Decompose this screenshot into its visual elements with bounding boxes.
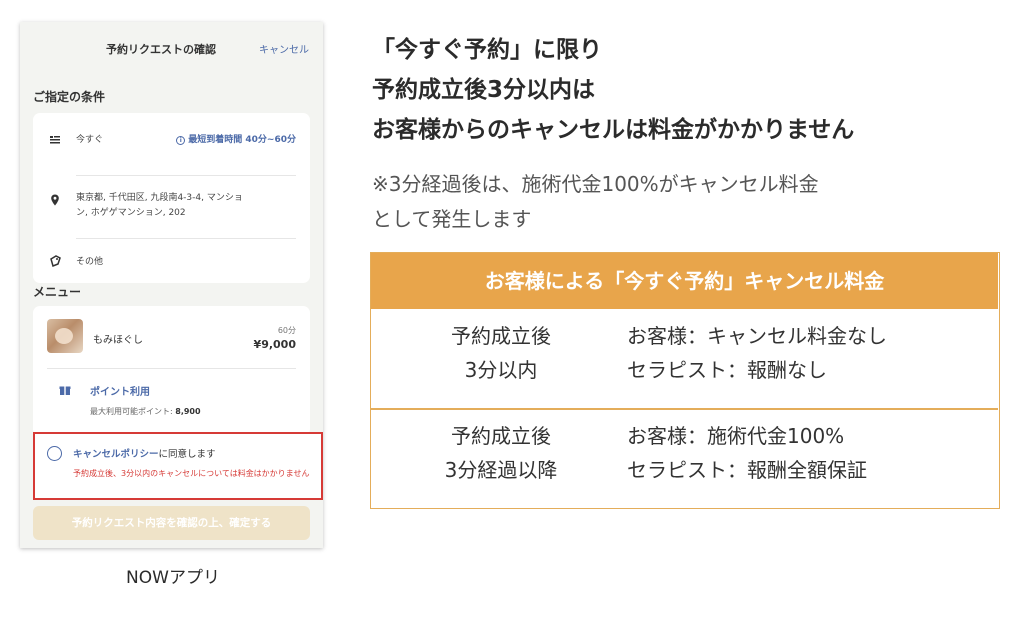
address-text: 東京都, 千代田区, 九段南4-3-4, マンショ ン, ホゲゲマンション, 2… <box>76 191 298 221</box>
points-available-label: 最大利用可能ポイント: <box>90 407 173 416</box>
conditions-section-label: ご指定の条件 <box>33 90 106 104</box>
note-line-1: ※3分経過後は、施術代金100%がキャンセル料金 <box>372 172 819 196</box>
location-pin-icon <box>49 194 61 206</box>
row-condition-line-1: 予約成立後 <box>451 424 551 448</box>
row-condition-line-1: 予約成立後 <box>451 324 551 348</box>
info-icon: i <box>176 136 186 145</box>
timing-row[interactable]: 今すぐ i 最短到着時間 40分~60分 <box>33 113 310 165</box>
row-condition: 予約成立後 3分以内 <box>401 319 601 387</box>
row-condition-line-2: 3分経過以降 <box>444 458 558 482</box>
headline-line-3: お客様からのキャンセルは料金がかかりません <box>372 117 855 143</box>
cancel-policy-link[interactable]: キャンセルポリシー <box>73 449 159 460</box>
app-header: 予約リクエストの確認 キャンセル <box>20 22 323 70</box>
eta-text: 最短到着時間 40分~60分 <box>188 135 296 145</box>
conditions-card: 今すぐ i 最短到着時間 40分~60分 東京都, 千代田区, 九段南4-3-4,… <box>33 113 310 283</box>
row-condition: 予約成立後 3分経過以降 <box>401 419 601 487</box>
cancel-link[interactable]: キャンセル <box>259 41 309 56</box>
headline-line-1: 「今すぐ予約」に限り <box>372 37 602 63</box>
other-row[interactable]: その他 <box>33 238 310 283</box>
points-row[interactable]: ポイント利用 最大利用可能ポイント: 8,900 <box>33 368 310 428</box>
eta-label: i 最短到着時間 40分~60分 <box>176 132 296 145</box>
menu-item-price: ¥9,000 <box>253 338 296 351</box>
menu-section-label: メニュー <box>33 285 82 299</box>
policy-note: 予約成立後、3分以内のキャンセルについては料金はかかりません <box>73 469 310 478</box>
row-result-therapist: セラピスト：報酬なし <box>627 358 827 382</box>
confirm-request-button[interactable]: 予約リクエスト内容を確認の上、確定する <box>33 506 310 540</box>
headline-line-2: 予約成立後3分以内は <box>372 77 596 103</box>
other-label: その他 <box>76 257 104 267</box>
points-available: 最大利用可能ポイント: 8,900 <box>90 406 201 417</box>
app-screenshot: 予約リクエストの確認 キャンセル ご指定の条件 今すぐ i 最短到着時間 40分~… <box>20 22 323 548</box>
cart-icon <box>49 134 61 146</box>
cancel-policy-box: キャンセルポリシーに同意します 予約成立後、3分以内のキャンセルについては料金は… <box>33 432 323 500</box>
menu-item-thumbnail <box>47 319 83 353</box>
fee-table-header: お客様による「今すぐ予約」キャンセル料金 <box>371 253 998 309</box>
row-result-customer: お客様：施術代金100% <box>627 424 845 448</box>
menu-item-row[interactable]: もみほぐし 60分 ¥9,000 <box>33 306 310 366</box>
divider <box>371 408 998 410</box>
address-line-2: ン, ホゲゲマンション, 202 <box>76 208 186 218</box>
menu-item-duration: 60分 <box>277 326 296 335</box>
page-title: 予約リクエストの確認 <box>106 43 216 56</box>
policy-agree-label[interactable]: キャンセルポリシーに同意します <box>73 446 216 460</box>
address-row[interactable]: 東京都, 千代田区, 九段南4-3-4, マンショ ン, ホゲゲマンション, 2… <box>33 175 310 238</box>
address-line-1: 東京都, 千代田区, 九段南4-3-4, マンショ <box>76 193 243 203</box>
points-available-value: 8,900 <box>175 407 201 416</box>
tag-icon <box>49 255 61 267</box>
cancel-fee-table: お客様による「今すぐ予約」キャンセル料金 予約成立後 3分以内 お客様：キャンセ… <box>370 252 1000 509</box>
timing-label: 今すぐ <box>76 135 104 145</box>
row-result-customer: お客様：キャンセル料金なし <box>627 324 887 348</box>
row-result: お客様：キャンセル料金なし セラピスト：報酬なし <box>627 319 887 387</box>
note-line-2: として発生します <box>372 207 532 231</box>
app-caption: NOWアプリ <box>126 568 220 588</box>
radio-unchecked-icon[interactable] <box>47 446 62 461</box>
points-label: ポイント利用 <box>90 387 150 398</box>
gift-icon <box>59 384 71 396</box>
row-result-therapist: セラピスト：報酬全額保証 <box>627 458 867 482</box>
menu-item-name: もみほぐし <box>93 335 143 346</box>
row-condition-line-2: 3分以内 <box>464 358 538 382</box>
policy-agree-text: に同意します <box>158 449 216 460</box>
row-result: お客様：施術代金100% セラピスト：報酬全額保証 <box>627 419 867 487</box>
menu-card: もみほぐし 60分 ¥9,000 ポイント利用 最大利用可能ポイント: 8,90… <box>33 306 310 436</box>
